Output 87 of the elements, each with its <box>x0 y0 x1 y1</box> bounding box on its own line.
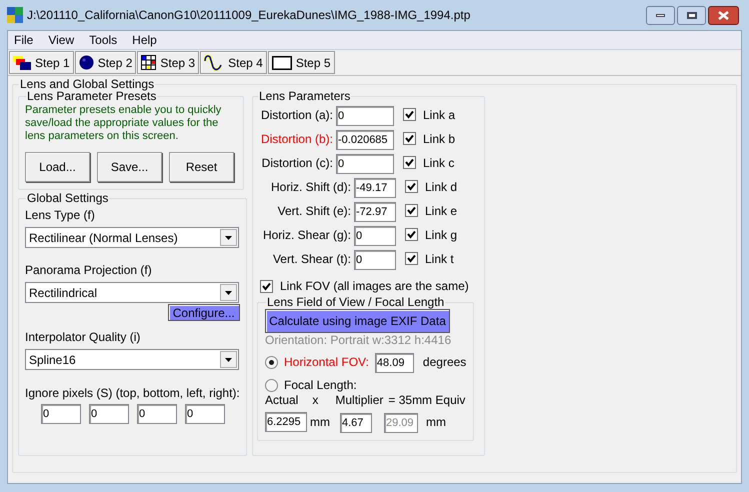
preset-button[interactable]: Load... <box>25 152 90 182</box>
checkbox[interactable] <box>403 108 416 121</box>
link-label: Link a <box>423 106 456 124</box>
parameter-label: Vert. Shear (t): <box>272 250 351 268</box>
menu-item[interactable]: File <box>14 31 34 49</box>
unit-label: degrees <box>422 354 466 371</box>
parameter-label: Vert. Shift (e): <box>278 202 351 220</box>
window-title: J:\201110_California\CanonG10\20111009_EurekaDunes\IMG_1988-IMG_1994.ptp <box>27 7 472 24</box>
dropdown[interactable]: Rectilindrical <box>25 282 239 303</box>
input-field[interactable]: -72.97 <box>354 202 396 222</box>
checkbox[interactable] <box>405 180 418 193</box>
presets-note: Parameter presets enable you to quickly save/load the appropriate values for the lens parameters on this screen. <box>25 104 222 143</box>
link-label: Link e <box>425 202 458 220</box>
dropdown[interactable]: Spline16 <box>25 349 239 370</box>
input-field[interactable]: 48.09 <box>374 353 414 373</box>
group-title: Lens Parameters <box>258 90 352 103</box>
minimize-button[interactable] <box>646 6 675 24</box>
configure-button[interactable]: Configure... <box>168 304 240 321</box>
menu-item[interactable]: View <box>48 31 74 49</box>
close-icon <box>718 10 729 20</box>
wave-icon <box>204 54 224 70</box>
checkbox[interactable] <box>405 252 418 265</box>
column-header: Actual <box>265 394 298 407</box>
input-field[interactable]: 0 <box>137 404 177 424</box>
radio-button[interactable] <box>265 378 278 392</box>
column-header: = 35mm Equiv <box>388 394 466 407</box>
maximize-button[interactable] <box>677 6 706 24</box>
parameter-label: Horiz. Shear (g): <box>262 226 351 244</box>
input-field[interactable]: -0.020685 <box>336 130 394 150</box>
horizontal-fov-label: Horizontal FOV: <box>284 354 369 371</box>
input-field[interactable]: 0 <box>336 106 394 126</box>
layers-icon <box>13 56 31 70</box>
orientation-text: Orientation: Portrait w:3312 h:4416 <box>265 333 452 347</box>
input-field[interactable]: -49.17 <box>354 178 396 198</box>
unit-label: mm <box>426 414 446 431</box>
checkbox[interactable] <box>405 228 418 241</box>
ball-icon <box>78 55 94 70</box>
input-field[interactable]: 0 <box>354 250 396 270</box>
checkbox[interactable] <box>403 156 416 169</box>
link-label: Link d <box>425 178 458 196</box>
input-field[interactable]: 0 <box>354 226 396 246</box>
unit-label: mm <box>310 414 330 431</box>
close-button[interactable] <box>708 6 739 24</box>
menu-item[interactable]: Help <box>132 31 157 49</box>
parameter-label: Distortion (b): <box>260 130 333 148</box>
link-label: Link t <box>425 250 454 268</box>
field-label: Ignore pixels (S) (top, bottom, left, right): <box>25 385 240 402</box>
calculate-exif-button[interactable]: Calculate using image EXIF Data <box>265 309 450 333</box>
input-field[interactable]: 0 <box>185 404 225 424</box>
link-label: Link b <box>423 130 456 148</box>
checkbox[interactable] <box>260 280 273 292</box>
preset-button[interactable]: Reset <box>169 152 234 182</box>
parameter-label: Distortion (c): <box>262 154 333 172</box>
menu-item[interactable]: Tools <box>89 31 118 49</box>
field-label: Lens Type (f) <box>25 207 96 224</box>
dropdown[interactable]: Rectilinear (Normal Lenses) <box>25 227 239 248</box>
parameter-label: Horiz. Shift (d): <box>270 178 351 196</box>
group-title: Lens Parameter Presets <box>26 90 158 103</box>
field-label: Interpolator Quality (i) <box>25 329 142 346</box>
preset-button[interactable]: Save... <box>97 152 162 182</box>
step-button[interactable]: Step 5 <box>268 51 335 74</box>
link-fov-label: Link FOV (all images are the same) <box>280 278 469 295</box>
step-button[interactable]: Step 1 <box>9 51 74 74</box>
step-button[interactable]: Step 2 <box>74 51 136 74</box>
grid-icon <box>141 55 156 70</box>
checkbox[interactable] <box>405 204 418 217</box>
checkbox[interactable] <box>403 132 416 145</box>
group-title: Lens and Global Settings <box>19 78 156 91</box>
input-field[interactable]: 0 <box>41 404 81 424</box>
field-label: Panorama Projection (f) <box>25 262 153 279</box>
step-button[interactable]: Step 4 <box>200 51 267 74</box>
input-field[interactable]: 4.67 <box>340 413 372 433</box>
blank-frame-icon <box>272 56 292 70</box>
input-field[interactable]: 0 <box>336 154 394 174</box>
column-header: Multiplier <box>335 394 384 407</box>
link-label: Link g <box>425 226 458 244</box>
step-button[interactable]: Step 3 <box>137 51 200 74</box>
input-field[interactable]: 0 <box>89 404 129 424</box>
group-title: Global Settings <box>26 192 110 205</box>
link-label: Link c <box>423 154 454 172</box>
radio-button[interactable] <box>265 356 278 368</box>
parameter-label: Distortion (a): <box>260 106 333 124</box>
app-icon <box>7 7 23 23</box>
group-title: Lens Field of View / Focal Length <box>266 296 446 309</box>
column-header: x <box>312 394 318 407</box>
input-field[interactable]: 6.2295 <box>265 412 307 432</box>
focal-length-label: Focal Length: <box>284 377 357 394</box>
